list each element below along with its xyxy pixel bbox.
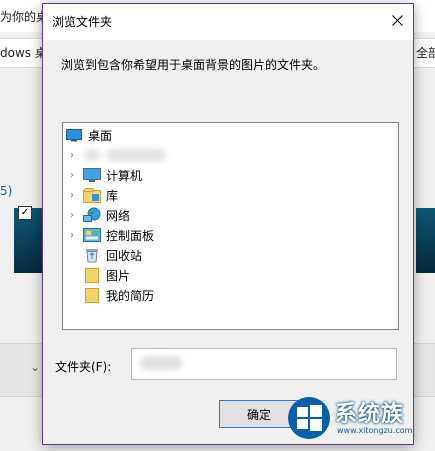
- background-dropdown-text: dows 桌: [0, 46, 47, 60]
- user-folder-icon: [83, 147, 101, 163]
- expand-chevron-icon[interactable]: ›: [67, 230, 77, 241]
- background-side-text: 5): [0, 184, 13, 198]
- background-header-text: 为你的桌: [0, 10, 49, 24]
- folder-field-label: 文件夹(F):: [55, 360, 112, 374]
- background-right-text: 全部: [416, 46, 435, 60]
- tree-item-label: 控制面板: [106, 228, 155, 243]
- desktop-icon: [65, 127, 83, 143]
- tree-item-my-resume[interactable]: 我的简历: [77, 285, 154, 305]
- folder-tree[interactable]: 桌面 › › 计算机 › 库 › 网络 › 控制面板 回收站 图片 我的简历: [62, 122, 399, 330]
- watermark-title: 系统族: [335, 402, 405, 427]
- background-wallpaper-thumbnail[interactable]: [416, 208, 435, 273]
- tree-item-network[interactable]: › 网络: [67, 205, 130, 225]
- recycle-bin-icon: [83, 247, 101, 263]
- control-panel-icon: [83, 227, 101, 243]
- windows-logo-icon: [288, 397, 330, 439]
- tree-item-label: 计算机: [106, 168, 143, 183]
- tree-item-label: 图片: [106, 268, 131, 283]
- tree-item-user-folder[interactable]: ›: [67, 145, 166, 165]
- background-checkbox[interactable]: ✓: [18, 206, 32, 220]
- dialog-instruction: 浏览到包含你希望用于桌面背景的图片的文件夹。: [61, 58, 326, 72]
- expand-chevron-icon[interactable]: ›: [67, 190, 77, 201]
- tree-item-label: 网络: [106, 208, 131, 223]
- expand-chevron-icon[interactable]: ›: [67, 170, 77, 181]
- folder-icon: [83, 287, 101, 303]
- library-icon: [83, 187, 101, 203]
- browse-folder-dialog: 浏览文件夹 浏览到包含你希望用于桌面背景的图片的文件夹。 桌面 › › 计算机 …: [42, 3, 414, 445]
- tree-item-computer[interactable]: › 计算机: [67, 165, 142, 185]
- folder-input-redacted-text: [140, 356, 182, 370]
- dialog-title: 浏览文件夹: [52, 15, 113, 29]
- network-icon: [83, 207, 101, 223]
- expand-chevron-icon[interactable]: ›: [67, 150, 77, 161]
- tree-item-pictures[interactable]: 图片: [77, 265, 130, 285]
- tree-item-label: 库: [106, 188, 119, 203]
- dialog-title-bar: 浏览文件夹: [43, 4, 413, 40]
- tree-item-label: 我的简历: [106, 288, 155, 303]
- tree-item-label: [106, 149, 166, 161]
- watermark-subtitle: www.xitongzu.com: [337, 426, 413, 435]
- computer-icon: [83, 167, 101, 183]
- close-icon: [391, 14, 403, 26]
- watermark-logo: 系统族 www.xitongzu.com: [287, 392, 435, 451]
- tree-item-label: 回收站: [106, 248, 143, 263]
- tree-item-label: 桌面: [88, 128, 113, 143]
- chevron-down-icon: ⌄: [30, 360, 41, 374]
- expand-chevron-icon[interactable]: ›: [67, 210, 77, 221]
- tree-item-desktop[interactable]: 桌面: [63, 125, 112, 145]
- tree-item-control-panel[interactable]: › 控制面板: [67, 225, 154, 245]
- tree-item-recycle-bin[interactable]: 回收站: [77, 245, 142, 265]
- folder-icon: [83, 267, 101, 283]
- tree-item-library[interactable]: › 库: [67, 185, 118, 205]
- close-button[interactable]: [381, 4, 413, 36]
